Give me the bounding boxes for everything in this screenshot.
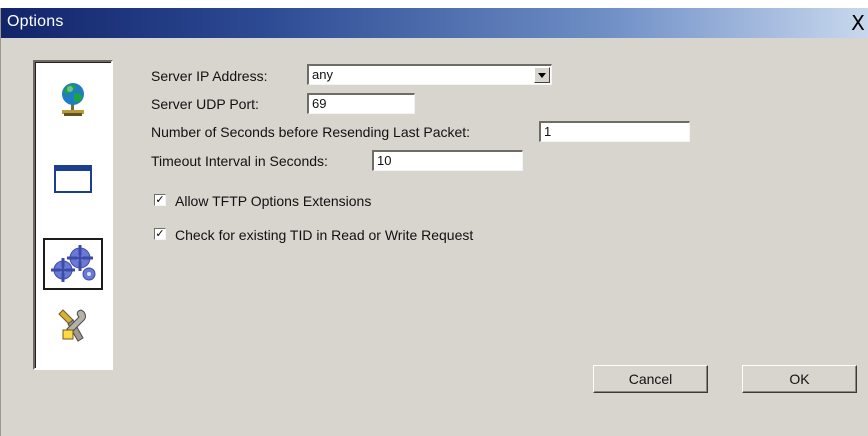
server-ip-combo[interactable]: any	[307, 64, 552, 85]
timeout-interval-field[interactable]: 10	[372, 150, 523, 171]
timeout-interval-value: 10	[377, 153, 392, 168]
check-existing-tid-checkbox[interactable]: ✓	[154, 228, 166, 240]
chevron-down-icon[interactable]	[534, 67, 550, 83]
resend-seconds-field[interactable]: 1	[539, 121, 690, 142]
timeout-interval-label: Timeout Interval in Seconds:	[151, 153, 328, 169]
server-udp-port-field[interactable]: 69	[307, 93, 415, 114]
cancel-button[interactable]: Cancel	[593, 365, 708, 393]
allow-tftp-options-label: Allow TFTP Options Extensions	[175, 193, 372, 209]
server-ip-label: Server IP Address:	[151, 68, 268, 84]
check-existing-tid-label: Check for existing TID in Read or Write …	[175, 227, 474, 243]
resend-seconds-value: 1	[544, 124, 552, 139]
ok-button[interactable]: OK	[742, 365, 857, 393]
resend-seconds-label: Number of Seconds before Resending Last …	[151, 124, 471, 140]
allow-tftp-options-checkbox[interactable]: ✓	[154, 194, 166, 206]
tftp-options-form: Server IP Address: any Server UDP Port: …	[1, 8, 868, 436]
server-udp-port-value: 69	[312, 96, 327, 111]
server-udp-port-label: Server UDP Port:	[151, 96, 259, 112]
server-ip-value: any	[312, 67, 333, 82]
options-dialog: Options X Server IP Address: any Server …	[0, 8, 868, 436]
